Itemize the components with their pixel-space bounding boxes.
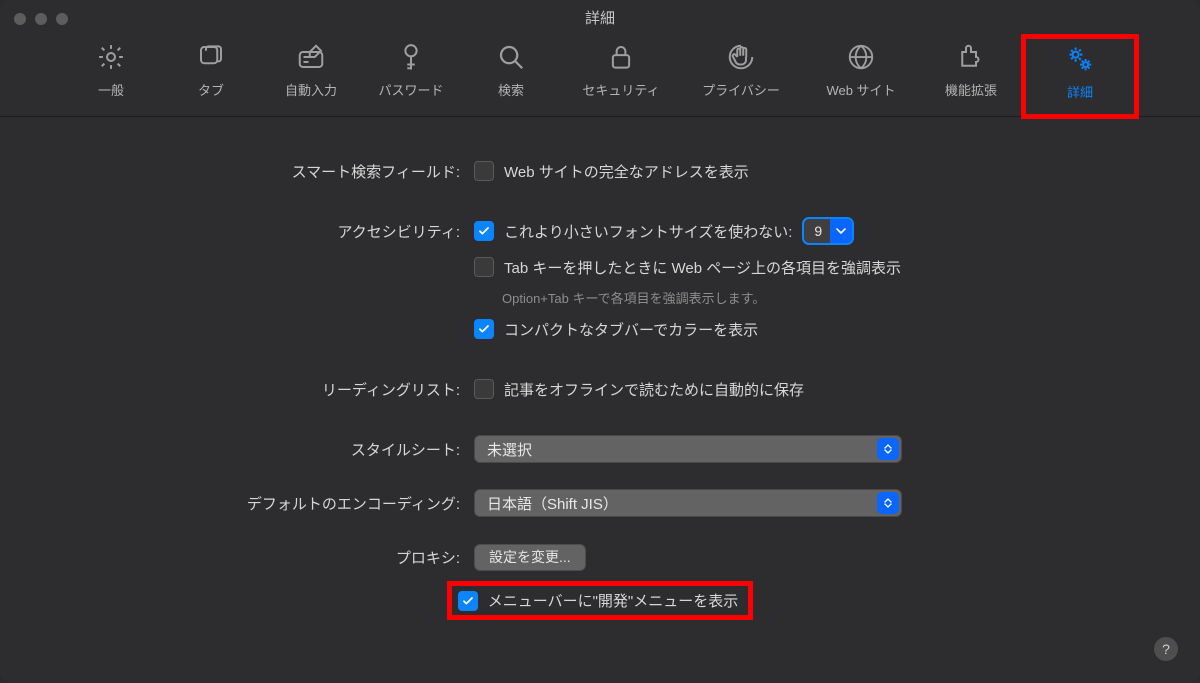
compact-color-checkbox[interactable]: [474, 319, 494, 339]
min-font-value: 9: [804, 223, 830, 239]
preferences-toolbar: 一般 タブ 自動入力 パスワード 検索: [0, 28, 1200, 117]
tab-label: プライバシー: [702, 80, 780, 99]
row-reading-list: リーディングリスト: 記事をオフラインで読むために自動的に保存: [0, 375, 1200, 403]
stylesheet-value: 未選択: [487, 439, 532, 460]
reading-list-label: リーディングリスト:: [0, 379, 474, 400]
tab-autofill[interactable]: 自動入力: [261, 34, 361, 110]
chevron-down-icon[interactable]: [830, 219, 852, 243]
row-develop-menu: メニューバーに"開発"メニューを表示: [0, 581, 1200, 620]
zoom-icon[interactable]: [56, 13, 68, 25]
compact-color-label: コンパクトなタブバーでカラーを表示: [504, 319, 758, 340]
accessibility-label: アクセシビリティ:: [0, 221, 474, 242]
tab-label: 一般: [98, 80, 124, 99]
preferences-window: 詳細 一般 タブ 自動入力 パスワード: [0, 0, 1200, 683]
content-area: スマート検索フィールド: Web サイトの完全なアドレスを表示 アクセシビリティ…: [0, 117, 1200, 620]
gears-icon: [1063, 42, 1097, 76]
tab-security[interactable]: セキュリティ: [561, 34, 681, 110]
develop-menu-label: メニューバーに"開発"メニューを表示: [488, 590, 739, 611]
show-full-url-label: Web サイトの完全なアドレスを表示: [504, 161, 749, 182]
stylesheet-label: スタイルシート:: [0, 439, 474, 460]
tab-label: タブ: [198, 80, 224, 99]
row-tab-hint: Option+Tab キーで各項目を強調表示します。: [0, 287, 1200, 307]
key-icon: [394, 40, 428, 74]
proxy-label: プロキシ:: [0, 547, 474, 568]
min-font-checkbox[interactable]: [474, 221, 494, 241]
globe-icon: [844, 40, 878, 74]
develop-highlight: メニューバーに"開発"メニューを表示: [447, 581, 754, 620]
minimize-icon[interactable]: [35, 13, 47, 25]
row-smart-search: スマート検索フィールド: Web サイトの完全なアドレスを表示: [0, 157, 1200, 185]
show-full-url-checkbox[interactable]: [474, 161, 494, 181]
encoding-value: 日本語（Shift JIS）: [487, 493, 618, 514]
tab-privacy[interactable]: プライバシー: [681, 34, 801, 110]
tab-advanced[interactable]: 詳細: [1021, 34, 1139, 119]
smart-search-label: スマート検索フィールド:: [0, 161, 474, 182]
tab-websites[interactable]: Web サイト: [801, 34, 921, 110]
close-icon[interactable]: [14, 13, 26, 25]
tab-label: セキュリティ: [582, 80, 659, 99]
tab-hint-text: Option+Tab キーで各項目を強調表示します。: [502, 288, 765, 307]
encoding-dropdown[interactable]: 日本語（Shift JIS）: [474, 489, 902, 517]
tabs-icon: [194, 40, 228, 74]
search-icon: [494, 40, 528, 74]
row-stylesheet: スタイルシート: 未選択: [0, 435, 1200, 463]
help-icon: ?: [1162, 641, 1170, 657]
offline-reading-label: 記事をオフラインで読むために自動的に保存: [504, 379, 804, 400]
min-font-label: これより小さいフォントサイズを使わない:: [504, 221, 792, 242]
window-title: 詳細: [585, 7, 615, 28]
tab-general[interactable]: 一般: [61, 34, 161, 110]
puzzle-icon: [954, 40, 988, 74]
proxy-button-label: 設定を変更...: [489, 547, 571, 567]
tab-label: Web サイト: [826, 80, 895, 99]
gear-icon: [94, 40, 128, 74]
min-font-size-stepper[interactable]: 9: [802, 217, 854, 245]
tab-label: 詳細: [1067, 82, 1093, 101]
window-controls: [14, 13, 68, 25]
tab-extensions[interactable]: 機能拡張: [921, 34, 1021, 110]
proxy-settings-button[interactable]: 設定を変更...: [474, 544, 586, 571]
row-accessibility: アクセシビリティ: これより小さいフォントサイズを使わない: 9: [0, 217, 1200, 245]
hand-icon: [724, 40, 758, 74]
tab-label: 検索: [498, 80, 524, 99]
tab-highlight-checkbox[interactable]: [474, 257, 494, 277]
chevron-updown-icon: [877, 492, 899, 514]
tab-search[interactable]: 検索: [461, 34, 561, 110]
tab-highlight-label: Tab キーを押したときに Web ページ上の各項目を強調表示: [504, 257, 901, 278]
row-tab-highlight: Tab キーを押したときに Web ページ上の各項目を強調表示: [0, 253, 1200, 281]
stylesheet-dropdown[interactable]: 未選択: [474, 435, 902, 463]
chevron-updown-icon: [877, 438, 899, 460]
encoding-label: デフォルトのエンコーディング:: [0, 493, 474, 514]
pencil-card-icon: [294, 40, 328, 74]
lock-icon: [604, 40, 638, 74]
tab-label: 自動入力: [285, 80, 337, 99]
offline-reading-checkbox[interactable]: [474, 379, 494, 399]
tab-tabs[interactable]: タブ: [161, 34, 261, 110]
tab-label: 機能拡張: [945, 80, 997, 99]
develop-menu-checkbox[interactable]: [458, 591, 478, 611]
tab-passwords[interactable]: パスワード: [361, 34, 461, 110]
tab-label: パスワード: [378, 80, 443, 99]
titlebar: 詳細: [0, 0, 1200, 28]
row-encoding: デフォルトのエンコーディング: 日本語（Shift JIS）: [0, 489, 1200, 517]
help-button[interactable]: ?: [1154, 637, 1178, 661]
row-compact-color: コンパクトなタブバーでカラーを表示: [0, 315, 1200, 343]
row-proxy: プロキシ: 設定を変更...: [0, 543, 1200, 571]
